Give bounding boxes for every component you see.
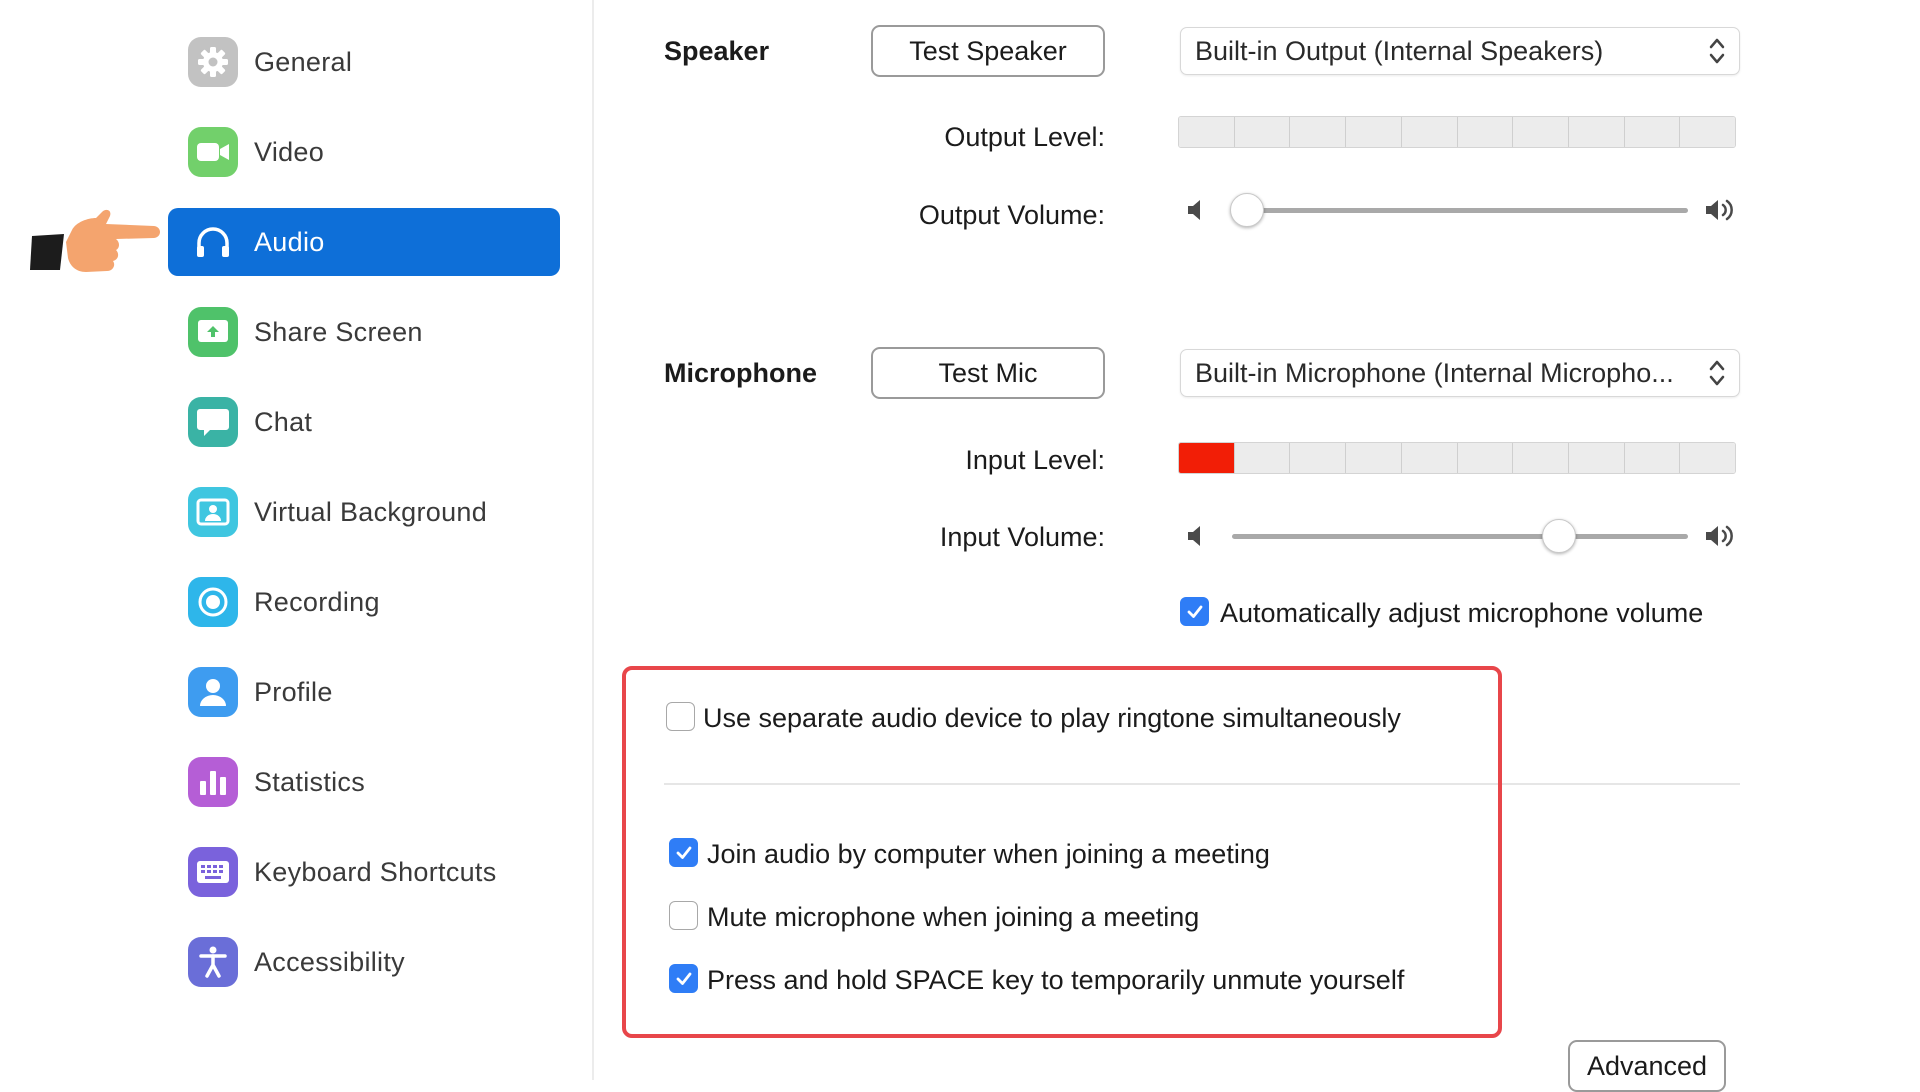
space-to-unmute-label: Press and hold SPACE key to temporarily … (707, 965, 1405, 995)
output-volume-slider[interactable] (1186, 190, 1738, 230)
checkmark-icon (676, 846, 691, 859)
sidebar-item-profile[interactable]: Profile (168, 658, 560, 726)
sidebar-item-label: Accessibility (254, 946, 405, 977)
speaker-device-value: Built-in Output (Internal Speakers) (1195, 35, 1604, 66)
level-segment (1457, 117, 1514, 147)
output-volume-thumb[interactable] (1230, 193, 1264, 227)
sidebar-item-label: Share Screen (254, 316, 423, 347)
space-to-unmute-checkbox[interactable] (669, 964, 698, 993)
level-segment (1513, 117, 1569, 147)
record-icon (188, 577, 238, 627)
sidebar-item-general[interactable]: General (168, 28, 560, 96)
level-segment (1680, 443, 1735, 473)
sidebar-item-share-screen[interactable]: Share Screen (168, 298, 560, 366)
gear-icon (188, 37, 238, 87)
level-segment (1290, 443, 1347, 473)
output-volume-track (1232, 208, 1688, 213)
input-volume-slider[interactable] (1186, 516, 1738, 556)
level-segment (1179, 443, 1235, 473)
auto-adjust-mic-checkbox[interactable] (1180, 597, 1209, 626)
input-level-label: Input Level: (965, 445, 1105, 475)
sidebar-item-video[interactable]: Video (168, 118, 560, 186)
level-segment (1513, 443, 1569, 473)
keyboard-icon (188, 847, 238, 897)
output-level-label: Output Level: (944, 122, 1105, 152)
sidebar-item-audio[interactable]: Audio (168, 208, 560, 276)
level-segment (1457, 443, 1514, 473)
level-segment (1568, 443, 1625, 473)
advanced-button[interactable]: Advanced (1568, 1040, 1726, 1092)
join-audio-by-computer-checkbox[interactable] (669, 838, 698, 867)
speaker-high-icon (1706, 199, 1733, 221)
separate-ringtone-device-checkbox[interactable] (666, 702, 695, 731)
level-segment (1680, 117, 1735, 147)
sidebar-item-label: Video (254, 136, 325, 167)
input-level-meter (1178, 442, 1736, 474)
sidebar-item-label: Profile (254, 676, 333, 707)
sidebar-item-label: Keyboard Shortcuts (254, 856, 497, 887)
checkmark-icon (1187, 605, 1202, 618)
microphone-device-value: Built-in Microphone (Internal Micropho..… (1195, 357, 1674, 388)
sidebar-item-statistics[interactable]: Statistics (168, 748, 560, 816)
mute-mic-on-join-label: Mute microphone when joining a meeting (707, 902, 1200, 932)
sidebar-item-label: Virtual Background (254, 496, 488, 527)
chevron-up-down-icon (1709, 360, 1725, 386)
output-level-meter (1178, 116, 1736, 148)
output-volume-label: Output Volume: (918, 200, 1105, 230)
sidebar-item-label: Recording (254, 586, 380, 617)
level-segment (1346, 443, 1402, 473)
user-icon (188, 667, 238, 717)
level-segment (1568, 117, 1625, 147)
input-volume-track (1232, 534, 1688, 539)
speaker-device-select[interactable]: Built-in Output (Internal Speakers) (1180, 27, 1740, 75)
microphone-device-select[interactable]: Built-in Microphone (Internal Micropho..… (1180, 349, 1740, 397)
sidebar-item-keyboard-shortcuts[interactable]: Keyboard Shortcuts (168, 838, 560, 906)
level-segment (1179, 117, 1235, 147)
sidebar-item-label: General (254, 46, 353, 77)
speaker-low-icon (1188, 526, 1200, 546)
chevron-up-down-icon (1709, 38, 1725, 64)
speaker-section-title: Speaker (664, 36, 770, 66)
separate-ringtone-device-label: Use separate audio device to play ringto… (703, 703, 1401, 733)
test-speaker-button[interactable]: Test Speaker (871, 25, 1105, 77)
speaker-high-icon (1706, 525, 1733, 547)
pointing-hand-icon (30, 209, 160, 272)
auto-adjust-mic-label: Automatically adjust microphone volume (1220, 598, 1704, 628)
level-segment (1401, 117, 1458, 147)
bar-chart-icon (188, 757, 238, 807)
level-segment (1624, 443, 1681, 473)
person-frame-icon (188, 487, 238, 537)
sidebar-item-accessibility[interactable]: Accessibility (168, 928, 560, 996)
join-audio-by-computer-label: Join audio by computer when joining a me… (707, 839, 1270, 869)
sidebar-item-label: Statistics (254, 766, 366, 797)
test-mic-button[interactable]: Test Mic (871, 347, 1105, 399)
share-screen-icon (188, 307, 238, 357)
options-divider (664, 783, 1740, 785)
sidebar-item-recording[interactable]: Recording (168, 568, 560, 636)
sidebar-item-label: Chat (254, 406, 313, 437)
speaker-low-icon (1188, 200, 1200, 220)
level-segment (1401, 443, 1458, 473)
input-volume-thumb[interactable] (1542, 519, 1577, 553)
sidebar-item-label: Audio (254, 226, 325, 257)
sidebar-item-chat[interactable]: Chat (168, 388, 560, 456)
level-segment (1624, 117, 1681, 147)
level-segment (1234, 443, 1291, 473)
checkmark-icon (676, 972, 691, 985)
level-segment (1234, 117, 1291, 147)
accessibility-icon (188, 937, 238, 987)
level-segment (1290, 117, 1347, 147)
input-volume-label: Input Volume: (939, 522, 1105, 552)
settings-sidebar: General Video Audio Share Screen Chat Vi… (0, 0, 594, 1080)
video-camera-icon (188, 127, 238, 177)
level-segment (1346, 117, 1402, 147)
sidebar-item-virtual-background[interactable]: Virtual Background (168, 478, 560, 546)
chat-bubble-icon (188, 397, 238, 447)
mute-mic-on-join-checkbox[interactable] (669, 901, 698, 930)
microphone-section-title: Microphone (664, 358, 817, 388)
headphones-icon (188, 217, 238, 267)
